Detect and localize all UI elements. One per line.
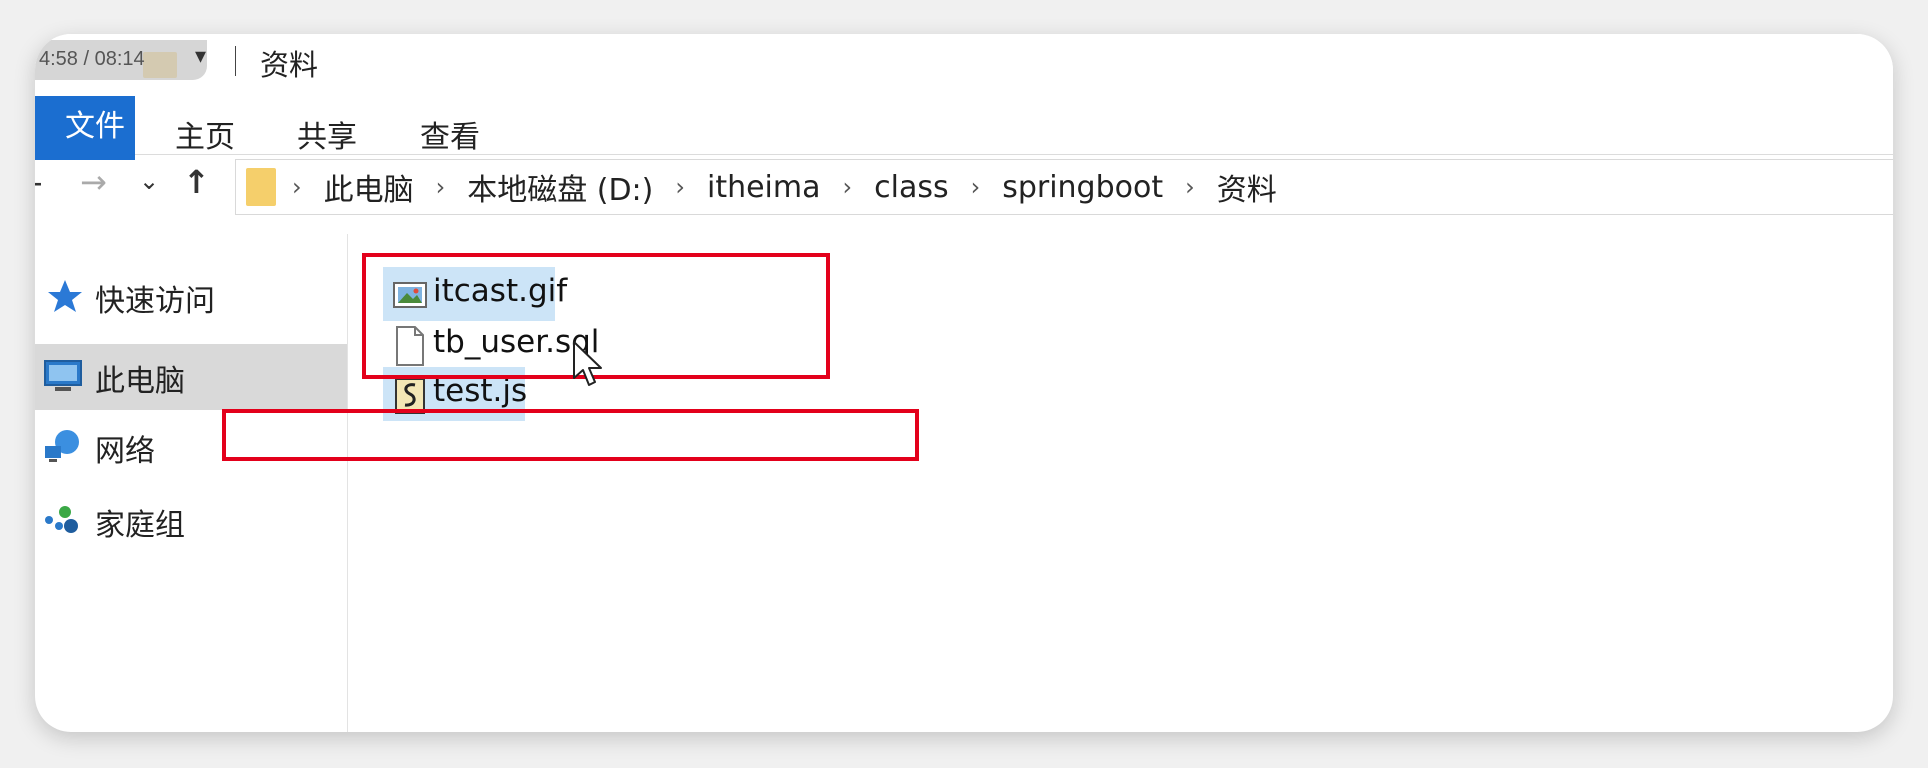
title-bar: 4:58 / 08:14 ▾ 资料 [35,34,1893,86]
chevron-right-icon[interactable]: › [675,173,685,201]
breadcrumb-class[interactable]: class [874,170,948,205]
highlight-box-test-js [222,409,919,461]
sidebar-item-label: 此电脑 [95,364,185,399]
ribbon-tabs: 文件 主页 共享 查看 [35,86,1893,160]
breadcrumb-itheima[interactable]: itheima [707,170,821,205]
tab-home[interactable]: 主页 [175,112,235,156]
chevron-right-icon[interactable]: › [292,173,302,201]
breadcrumb: › 此电脑 › 本地磁盘 (D:) › itheima › class › sp… [292,160,1299,214]
sidebar-item-label: 网络 [95,434,155,469]
video-timestamp: 4:58 / 08:14 [35,40,207,80]
star-icon [48,280,82,312]
up-arrow-icon[interactable]: ↑ [183,163,210,201]
chevron-right-icon[interactable]: › [436,173,446,201]
back-arrow-icon[interactable]: - [35,163,43,201]
forward-arrow-icon[interactable]: → [80,163,107,201]
chevron-down-icon[interactable]: ⌄ [139,167,159,195]
breadcrumb-this-pc[interactable]: 此电脑 [324,165,414,209]
tab-file[interactable]: 文件 [35,96,135,160]
title-divider [235,46,236,76]
folder-icon [246,168,276,206]
window-title: 资料 [260,48,319,82]
breadcrumb-current-folder[interactable]: 资料 [1217,165,1277,209]
computer-icon [44,360,82,391]
navigation-pane: 快速访问 此电脑 网络 家庭组 [35,234,348,732]
homegroup-icon [45,506,78,533]
navigation-bar: - → ⌄ ↑ › 此电脑 › 本地磁盘 (D:) › itheima › cl… [35,155,1893,227]
tab-view[interactable]: 查看 [420,112,480,156]
network-icon [45,430,79,462]
quick-access-dropdown-icon[interactable]: ▾ [195,44,206,69]
mouse-cursor-icon [573,341,602,386]
file-explorer-window: 4:58 / 08:14 ▾ 资料 文件 主页 共享 查看 - → ⌄ ↑ › … [35,34,1893,732]
chevron-right-icon[interactable]: › [1185,173,1195,201]
sidebar-item-homegroup[interactable]: 家庭组 [35,488,347,554]
tab-share[interactable]: 共享 [297,112,357,156]
screen: 4:58 / 08:14 ▾ 资料 文件 主页 共享 查看 - → ⌄ ↑ › … [0,0,1928,768]
sidebar-item-quick-access[interactable]: 快速访问 [35,264,347,330]
breadcrumb-springboot[interactable]: springboot [1002,170,1163,205]
sidebar-item-label: 家庭组 [95,508,185,543]
chevron-right-icon[interactable]: › [971,173,981,201]
sidebar-item-this-pc[interactable]: 此电脑 [35,344,347,410]
address-bar[interactable]: › 此电脑 › 本地磁盘 (D:) › itheima › class › sp… [235,159,1893,215]
breadcrumb-local-disk[interactable]: 本地磁盘 (D:) [467,165,653,209]
chevron-right-icon[interactable]: › [843,173,853,201]
sidebar-item-label: 快速访问 [95,284,215,319]
